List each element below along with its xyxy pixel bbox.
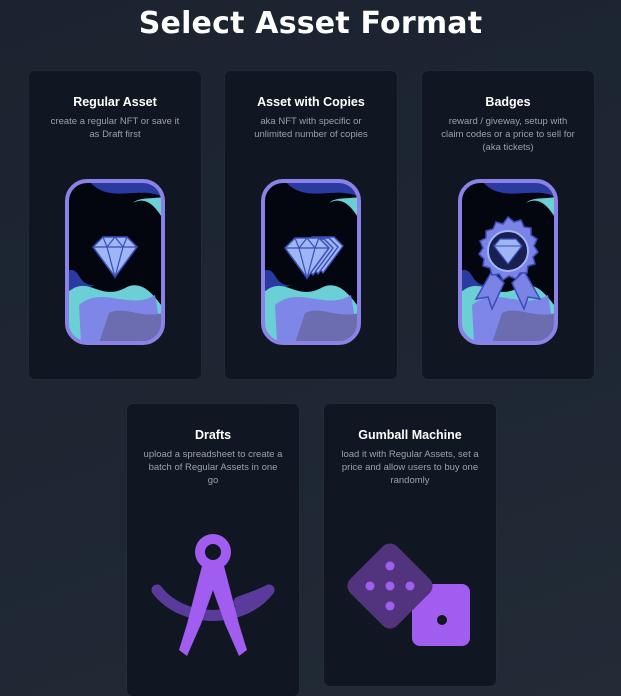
- compass-icon: [151, 534, 275, 656]
- card-badges[interactable]: Badges reward / giveway, setup with clai…: [422, 71, 594, 379]
- stacked-diamonds-card-icon: [261, 179, 361, 345]
- card-regular-asset[interactable]: Regular Asset create a regular NFT or sa…: [29, 71, 201, 379]
- card-description: reward / giveway, setup with claim codes…: [441, 116, 575, 153]
- card-drafts[interactable]: Drafts upload a spreadsheet to create a …: [127, 404, 299, 696]
- card-title: Gumball Machine: [358, 428, 462, 442]
- card-description: create a regular NFT or save it as Draft…: [50, 116, 180, 140]
- card-description: aka NFT with specific or unlimited numbe…: [254, 116, 368, 140]
- card-title: Drafts: [194, 428, 232, 442]
- diamond-card-icon: [65, 179, 165, 345]
- card-title: Asset with Copies: [257, 95, 365, 109]
- page-title: Select Asset Format: [138, 6, 483, 41]
- card-title: Badges: [485, 95, 531, 109]
- card-gumball-machine[interactable]: Gumball Machine load it with Regular Ass…: [324, 404, 496, 686]
- badge-card-icon: [458, 179, 558, 345]
- card-title: Regular Asset: [73, 95, 157, 109]
- dice-icon: [347, 543, 470, 646]
- card-description: upload a spreadsheet to create a batch o…: [143, 449, 283, 486]
- card-description: load it with Regular Assets, set a price…: [341, 449, 479, 486]
- card-asset-with-copies[interactable]: Asset with Copies aka NFT with specific …: [225, 71, 397, 379]
